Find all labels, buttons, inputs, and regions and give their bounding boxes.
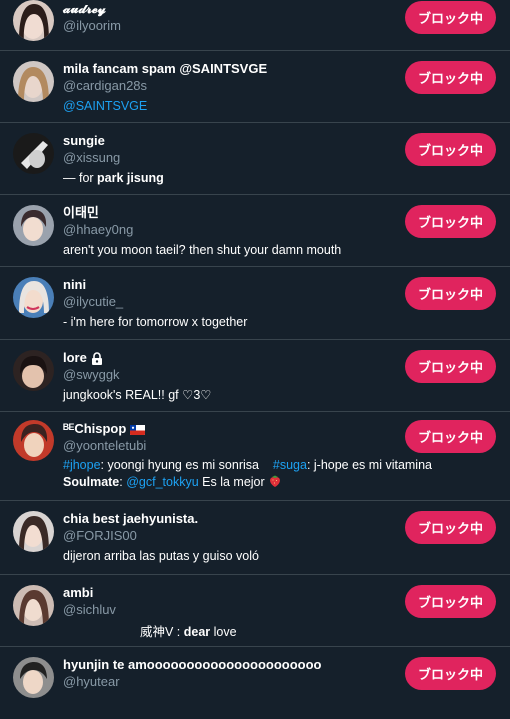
bio: dijeron arriba las putas y guiso voló: [63, 549, 259, 563]
avatar[interactable]: [13, 350, 54, 391]
display-name: nini: [63, 277, 87, 292]
strawberry-icon: [268, 474, 282, 488]
bio-text: love: [210, 625, 237, 639]
bio-text: : j-hope es mi vitamina: [306, 458, 432, 472]
lock-icon: [91, 351, 103, 365]
list-item[interactable]: mila fancam spam @SAINTSVGE @cardigan28s…: [0, 51, 510, 123]
handle: @hyutear: [63, 674, 120, 689]
bio-text: 威神V :: [140, 625, 184, 639]
bio: - i'm here for tomorrow x together: [63, 315, 248, 329]
handle: @hhaey0ng: [63, 222, 134, 237]
display-name: chia best jaehyunista.: [63, 511, 199, 526]
list-item[interactable]: hyunjin te amoooooooooooooooooooooo @hyu…: [0, 647, 510, 719]
bio: @SAINTSVGE: [63, 98, 390, 115]
bio-bold-text: dear: [183, 625, 211, 639]
chile-flag-icon: [130, 424, 146, 435]
list-item[interactable]: ambi @sichluv 威神V : dear love ブロック中: [0, 575, 510, 647]
mention-link[interactable]: @gcf_tokkyu: [126, 475, 198, 489]
handle: @ilycutie_: [63, 294, 124, 309]
bio: jungkook's REAL!! gf ♡3♡: [63, 388, 212, 402]
blocked-button[interactable]: ブロック中: [405, 585, 496, 618]
avatar[interactable]: [13, 585, 54, 626]
blocked-button[interactable]: ブロック中: [405, 1, 496, 34]
blocked-button[interactable]: ブロック中: [405, 350, 496, 383]
handle: @ilyoorim: [63, 18, 121, 33]
bio: — for park jisung: [63, 170, 390, 187]
handle: @swyggk: [63, 367, 120, 382]
display-name: ᴮᴱChispop: [63, 421, 127, 436]
avatar[interactable]: [13, 657, 54, 698]
blocked-button[interactable]: ブロック中: [405, 277, 496, 310]
list-item[interactable]: 𝓪𝓾𝓭𝓻𝓮𝔂 @ilyoorim ブロック中: [0, 0, 510, 51]
blocked-button[interactable]: ブロック中: [405, 511, 496, 544]
display-name: hyunjin te amoooooooooooooooooooooo: [63, 657, 322, 672]
display-name: 이태민: [63, 205, 99, 220]
avatar[interactable]: [13, 511, 54, 552]
display-name: lore: [63, 350, 87, 365]
blocked-button[interactable]: ブロック中: [405, 205, 496, 238]
display-name-row: lore: [63, 350, 390, 366]
list-item[interactable]: chia best jaehyunista. @FORJIS00 dijeron…: [0, 501, 510, 575]
list-item[interactable]: 이태민 @hhaey0ng aren't you moon taeil? the…: [0, 195, 510, 267]
hashtag-link[interactable]: #jhope: [63, 458, 101, 472]
handle: @FORJIS00: [63, 528, 137, 543]
bio-bold-text: Soulmate: [63, 475, 120, 489]
list-item[interactable]: sungie @xissung — for park jisung ブロック中: [0, 123, 510, 195]
handle: @sichluv: [63, 602, 116, 617]
bio-line: #jhope: yoongi hyung es mi sonrisa #suga…: [63, 457, 496, 474]
avatar[interactable]: [13, 133, 54, 174]
bio-text: — for: [63, 171, 98, 185]
bio-link[interactable]: @SAINTSVGE: [63, 99, 147, 113]
blocked-button[interactable]: ブロック中: [405, 657, 496, 690]
display-name: 𝓪𝓾𝓭𝓻𝓮𝔂: [63, 1, 106, 16]
blocked-button[interactable]: ブロック中: [405, 133, 496, 166]
list-item[interactable]: lore @swyggk jungkook's REAL!! gf ♡3♡ ブロ…: [0, 340, 510, 412]
bio: aren't you moon taeil? then shut your da…: [63, 243, 342, 257]
blocked-button[interactable]: ブロック中: [405, 61, 496, 94]
display-name: mila fancam spam @SAINTSVGE: [63, 61, 268, 76]
avatar[interactable]: [13, 205, 54, 246]
bio: 威神V : dear love: [63, 624, 390, 641]
blocked-accounts-list: 𝓪𝓾𝓭𝓻𝓮𝔂 @ilyoorim ブロック中 mila fancam spam …: [0, 0, 510, 719]
avatar[interactable]: [13, 61, 54, 102]
handle: @cardigan28s: [63, 78, 148, 93]
avatar[interactable]: [13, 0, 54, 41]
display-name: sungie: [63, 133, 105, 148]
avatar[interactable]: [13, 277, 54, 318]
bio-text: Es la mejor: [198, 475, 265, 489]
bio-line: Soulmate: @gcf_tokkyu Es la mejor: [63, 474, 496, 491]
display-name: ambi: [63, 585, 94, 600]
avatar[interactable]: [13, 420, 54, 461]
handle: @xissung: [63, 150, 121, 165]
blocked-button[interactable]: ブロック中: [405, 420, 496, 453]
bio-bold-text: park jisung: [97, 171, 164, 185]
list-item[interactable]: ᴮᴱChispop @yoonteletubi #jhope: yoongi h…: [0, 412, 510, 501]
hashtag-link[interactable]: #suga: [273, 458, 307, 472]
list-item[interactable]: nini @ilycutie_ - i'm here for tomorrow …: [0, 267, 510, 340]
bio-text: : yoongi hyung es mi sonrisa: [100, 458, 259, 472]
